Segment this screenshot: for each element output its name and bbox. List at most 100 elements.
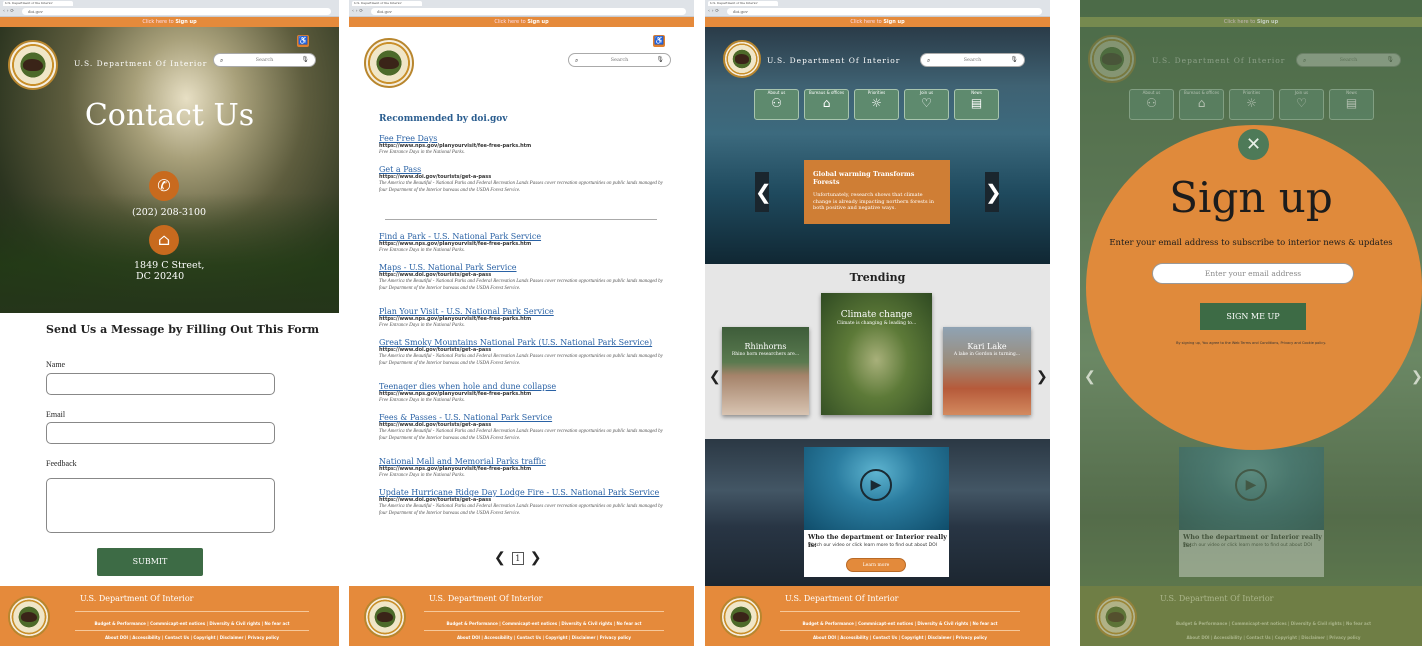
doi-seal-logo[interactable] bbox=[723, 40, 761, 78]
nav-tile-priorities[interactable]: Priorities ☼ bbox=[854, 89, 899, 120]
trending-card[interactable]: Kari Lake A lake in Gordon is turning... bbox=[943, 327, 1031, 415]
video-card: ▶ Who the department or Interior really … bbox=[804, 447, 949, 577]
footer-seal-logo[interactable] bbox=[8, 596, 50, 638]
tile-label: Join us bbox=[1294, 90, 1309, 95]
modal-title: Sign up bbox=[1169, 173, 1333, 222]
mic-icon[interactable]: 🎙 bbox=[656, 54, 664, 66]
search-input[interactable]: ⌕ Search 🎙 bbox=[568, 53, 671, 67]
footer: U.S. Department Of Interior Budget & Per… bbox=[705, 586, 1050, 646]
footer-links-row2[interactable]: About DOI | Accessibility | Contact Us |… bbox=[75, 635, 309, 640]
result-title-link[interactable]: Teenager dies when hole and dune collaps… bbox=[379, 382, 664, 391]
address-bar[interactable]: doi.gov bbox=[727, 8, 1042, 15]
footer: U.S. Department Of Interior Budget & Per… bbox=[349, 586, 694, 646]
search-result: National Mall and Memorial Parks traffic… bbox=[379, 457, 664, 479]
result-title-link[interactable]: Great Smoky Mountains National Park (U.S… bbox=[379, 338, 664, 347]
nav-tile-join[interactable]: Join us ♡ bbox=[904, 89, 949, 120]
name-field[interactable] bbox=[46, 373, 275, 395]
nav-tile-news[interactable]: News ▤ bbox=[954, 89, 999, 120]
footer-seal-logo[interactable] bbox=[364, 596, 406, 638]
signup-link[interactable]: Sign up bbox=[883, 19, 904, 25]
signup-link[interactable]: Sign up bbox=[527, 19, 548, 25]
phone-number[interactable]: (202) 208-3100 bbox=[132, 207, 206, 218]
result-title-link[interactable]: Update Hurricane Ridge Day Lodge Fire - … bbox=[379, 488, 664, 497]
learn-more-button[interactable]: Learn more bbox=[846, 558, 906, 572]
result-title-link[interactable]: Fees & Passes - U.S. National Park Servi… bbox=[379, 413, 664, 422]
nav-tile-bureaus[interactable]: Bureaus & offices ⌂ bbox=[804, 89, 849, 120]
footer-links-row2[interactable]: About DOI | Accessibility | Contact Us |… bbox=[780, 635, 1020, 640]
nav-tile-news: News ▤ bbox=[1329, 89, 1374, 120]
hero-feature-card[interactable]: Global warming Transforms Forests Unfort… bbox=[804, 160, 950, 224]
current-page[interactable]: 1 bbox=[511, 551, 524, 565]
result-title-link[interactable]: Find a Park - U.S. National Park Service bbox=[379, 232, 664, 241]
address-bar[interactable]: doi.gov bbox=[22, 8, 331, 15]
accessibility-icon[interactable]: ♿ bbox=[653, 35, 665, 47]
browser-chrome: U.S. Department of the Interior ‹ › ⟳ do… bbox=[0, 0, 339, 17]
result-desc: The America the Beautiful - National Par… bbox=[379, 279, 663, 291]
address-line1: 1849 C Street, bbox=[134, 260, 205, 271]
video-subtitle: Watch our video or click learn more to f… bbox=[1183, 543, 1312, 548]
result-title-link[interactable]: Get a Pass bbox=[379, 165, 664, 174]
mic-icon[interactable]: 🎙 bbox=[1010, 54, 1018, 66]
result-desc: Free Entrance Days in the National Parks… bbox=[379, 323, 465, 328]
trending-card[interactable]: Climate change Climate is changing & lea… bbox=[821, 293, 932, 415]
tile-label: Join us bbox=[919, 90, 934, 95]
search-result: Find a Park - U.S. National Park Service… bbox=[379, 232, 664, 254]
signup-link[interactable]: Sign up bbox=[175, 19, 196, 25]
footer-divider bbox=[75, 611, 309, 612]
close-icon[interactable]: ✕ bbox=[1238, 129, 1269, 160]
accessibility-icon[interactable]: ♿ bbox=[297, 35, 309, 47]
browser-tab[interactable]: U.S. Department of the Interior bbox=[3, 1, 73, 6]
email-field[interactable] bbox=[46, 422, 275, 444]
tile-label: Priorities bbox=[867, 90, 886, 95]
doi-seal-logo[interactable] bbox=[364, 38, 414, 88]
result-title-link[interactable]: Plan Your Visit - U.S. National Park Ser… bbox=[379, 307, 664, 316]
video-thumbnail[interactable]: ▶ bbox=[804, 447, 949, 530]
sign-me-up-button[interactable]: SIGN ME UP bbox=[1200, 303, 1306, 330]
chevron-right-icon[interactable]: ❯ bbox=[530, 550, 542, 566]
footer-seal-logo[interactable] bbox=[720, 596, 762, 638]
footer-links-row1[interactable]: Budget & Performance | Commnicapt-ent no… bbox=[424, 621, 664, 626]
result-title-link[interactable]: National Mall and Memorial Parks traffic bbox=[379, 457, 664, 466]
building-icon: ⌂ bbox=[1197, 96, 1206, 110]
browser-nav-icons[interactable]: ‹ › ⟳ bbox=[3, 8, 14, 15]
result-title-link[interactable]: Fee Free Days bbox=[379, 134, 664, 143]
footer: U.S. Department Of Interior Budget & Per… bbox=[0, 586, 339, 646]
doi-seal-logo[interactable] bbox=[8, 40, 58, 90]
result-desc: Free Entrance Days in the National Parks… bbox=[379, 473, 465, 478]
trending-card-title: Rhinhorns bbox=[744, 342, 787, 351]
site-name: U.S. Department Of Interior bbox=[74, 59, 208, 68]
chevron-right-icon[interactable]: ❯ bbox=[1036, 369, 1048, 385]
chevron-left-icon[interactable]: ❮ bbox=[494, 550, 506, 566]
feedback-field[interactable] bbox=[46, 478, 275, 533]
carousel-next-button[interactable]: ❯ bbox=[985, 172, 1002, 212]
footer-divider bbox=[424, 630, 664, 631]
browser-nav-icons[interactable]: ‹ › ⟳ bbox=[708, 8, 719, 15]
page-title: Contact Us bbox=[84, 98, 255, 133]
footer-links-row1[interactable]: Budget & Performance | Commnicapt-ent no… bbox=[780, 621, 1020, 626]
browser-tab[interactable]: U.S. Department of the Interior bbox=[708, 1, 778, 6]
email-input[interactable]: Enter your email address bbox=[1152, 263, 1354, 284]
play-icon[interactable]: ▶ bbox=[860, 469, 892, 501]
home-page-screen: U.S. Department of the Interior ‹ › ⟳ do… bbox=[705, 0, 1050, 646]
search-input[interactable]: ⌕ Search 🎙 bbox=[920, 53, 1025, 67]
chevron-left-icon[interactable]: ❮ bbox=[709, 369, 721, 385]
footer-links-row2[interactable]: About DOI | Accessibility | Contact Us |… bbox=[424, 635, 664, 640]
browser-chrome: U.S. Department of the Interior ‹ › ⟳ do… bbox=[349, 0, 694, 17]
trending-card[interactable]: Rhinhorns Rhino horn researchers are... bbox=[722, 327, 809, 415]
terms-fine-print[interactable]: By signing up, You agree to the Web Term… bbox=[1080, 341, 1422, 345]
mic-icon[interactable]: 🎙 bbox=[301, 54, 309, 66]
nav-tile-about[interactable]: About us ⚇ bbox=[754, 89, 799, 120]
browser-nav-icons[interactable]: ‹ › ⟳ bbox=[352, 8, 363, 15]
browser-tab[interactable]: U.S. Department of the Interior bbox=[352, 1, 422, 6]
signup-banner: Click here to Sign up bbox=[705, 17, 1050, 27]
results-divider bbox=[385, 219, 657, 220]
search-input[interactable]: ⌕ Search 🎙 bbox=[213, 53, 316, 67]
sun-icon: ☼ bbox=[1246, 96, 1257, 110]
result-desc: The America the Beautiful - National Par… bbox=[379, 181, 663, 193]
footer-title: U.S. Department Of Interior bbox=[80, 594, 194, 603]
carousel-prev-button[interactable]: ❮ bbox=[755, 172, 772, 212]
footer-links-row1[interactable]: Budget & Performance | Commnicapt-ent no… bbox=[75, 621, 309, 626]
result-title-link[interactable]: Maps - U.S. National Park Service bbox=[379, 263, 664, 272]
submit-button[interactable]: SUBMIT bbox=[97, 548, 203, 576]
address-bar[interactable]: doi.gov bbox=[371, 8, 686, 15]
